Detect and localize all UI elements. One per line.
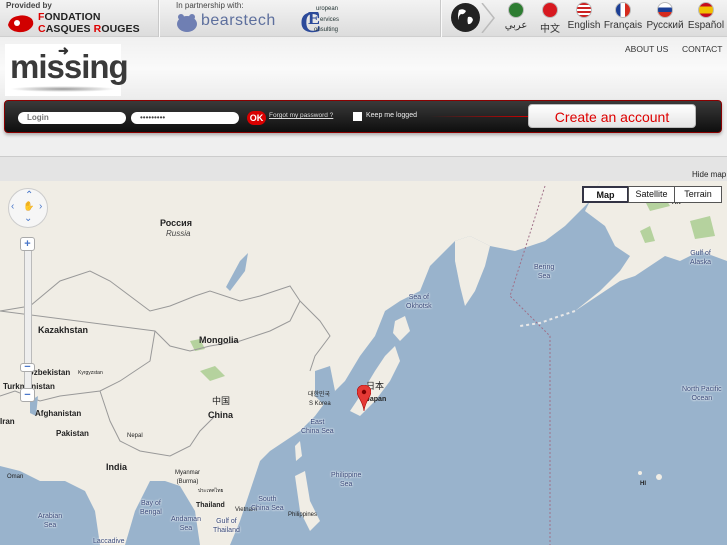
partnership-label: In partnership with: bbox=[176, 1, 244, 10]
svg-text:onsulting: onsulting bbox=[314, 27, 338, 33]
label-gulf-thailand: Gulf of Thailand bbox=[213, 518, 240, 534]
divider bbox=[440, 0, 441, 37]
label-bay-bengal: Bay of Bengal bbox=[140, 500, 162, 516]
zoom-in-button[interactable]: + bbox=[20, 237, 35, 251]
fondation-logo-icon bbox=[8, 15, 34, 33]
label-thailand-native: ประเทศไทย bbox=[198, 488, 224, 494]
chevron-right-icon bbox=[481, 3, 495, 33]
label-andaman-sea: Andaman Sea bbox=[171, 516, 201, 532]
divider bbox=[158, 0, 159, 37]
lang-english[interactable]: English bbox=[566, 2, 602, 31]
map-canvas[interactable]: Россия Russia Kazakhstan Mongolia Uzbeki… bbox=[0, 181, 727, 545]
label-nepal: Nepal bbox=[127, 433, 143, 439]
logo-shadow bbox=[10, 86, 116, 92]
label-mongolia: Mongolia bbox=[199, 335, 239, 345]
label-kyrgyzstan: Kyrgyzstan bbox=[78, 370, 103, 376]
globe-icon bbox=[451, 3, 480, 32]
flag-icon bbox=[576, 2, 592, 18]
label-east-china-sea: East China Sea bbox=[301, 419, 334, 435]
map-marker-icon[interactable] bbox=[357, 385, 371, 411]
svg-text:uropean: uropean bbox=[316, 6, 338, 12]
label-hi: HI bbox=[640, 481, 646, 487]
label-arabian-sea: Arabian Sea bbox=[38, 513, 63, 529]
keep-logged-checkbox[interactable] bbox=[353, 112, 362, 121]
label-gulf-alaska: Gulf of Alaska bbox=[690, 250, 712, 266]
label-skorea-native: 대한민국 bbox=[308, 392, 331, 398]
label-thailand: Thailand bbox=[196, 502, 225, 509]
label-china-native: 中国 bbox=[212, 396, 231, 406]
pan-down-icon[interactable]: ⌄ bbox=[24, 213, 32, 224]
lang-chinese[interactable]: 中文 bbox=[536, 2, 564, 35]
label-russia: Russia bbox=[166, 229, 191, 238]
ok-button[interactable]: OK bbox=[247, 111, 266, 125]
label-philippine-sea: Philippine Sea bbox=[331, 472, 362, 488]
map-toolbar bbox=[0, 156, 727, 181]
label-kazakhstan: Kazakhstan bbox=[38, 325, 89, 335]
bearstech-link[interactable]: bearstech bbox=[201, 12, 276, 30]
label-skorea: S Korea bbox=[309, 401, 331, 407]
password-input[interactable] bbox=[131, 112, 239, 124]
provided-by-label: Provided by bbox=[6, 1, 52, 10]
nav-contact[interactable]: CONTACT bbox=[682, 44, 722, 54]
svg-text:ervices: ervices bbox=[320, 17, 339, 23]
flag-icon bbox=[698, 2, 714, 18]
map-type-map[interactable]: Map bbox=[582, 186, 629, 203]
login-input[interactable] bbox=[18, 112, 126, 124]
bear-icon bbox=[177, 14, 197, 32]
site-logo[interactable]: missing bbox=[10, 50, 129, 83]
flag-icon bbox=[615, 2, 631, 18]
map-land bbox=[0, 181, 727, 545]
label-pakistan: Pakistan bbox=[56, 429, 89, 438]
partner-bar: Provided by FONDATION CASQUES ROUGES In … bbox=[0, 0, 727, 37]
decorative-line bbox=[430, 116, 530, 117]
map-type-terrain[interactable]: Terrain bbox=[674, 186, 722, 203]
flag-icon bbox=[542, 2, 558, 18]
label-north-pacific: North Pacific Ocean bbox=[682, 386, 722, 402]
pan-left-icon[interactable]: ‹ bbox=[11, 201, 14, 212]
label-afghanistan: Afghanistan bbox=[35, 409, 82, 418]
label-china: China bbox=[208, 410, 234, 420]
label-oman: Oman bbox=[7, 474, 24, 480]
zoom-out-button[interactable]: − bbox=[20, 388, 35, 402]
fondation-line1: ONDATION bbox=[44, 11, 101, 23]
create-account-button[interactable]: Create an account bbox=[528, 104, 696, 128]
map-type-satellite[interactable]: Satellite bbox=[628, 186, 675, 203]
forgot-password-link[interactable]: Forgot my password ? bbox=[269, 112, 333, 119]
hide-map-link[interactable]: Hide map bbox=[692, 170, 726, 179]
esc-logo-icon[interactable]: C E uropean ervices onsulting bbox=[298, 2, 348, 35]
nav-about-us[interactable]: ABOUT US bbox=[625, 44, 668, 54]
keep-logged-label: Keep me logged bbox=[366, 112, 417, 119]
label-sea-okhotsk: Sea of Okhotsk bbox=[406, 294, 432, 310]
lang-french[interactable]: Français bbox=[603, 2, 643, 31]
label-india: India bbox=[106, 462, 128, 472]
pan-up-icon[interactable]: ⌃ bbox=[25, 190, 33, 201]
label-bering-sea: Bering Sea bbox=[534, 264, 555, 280]
hand-icon: ✋ bbox=[23, 201, 35, 211]
label-iran: Iran bbox=[0, 417, 15, 426]
label-laccadive: Laccadive bbox=[93, 538, 125, 545]
flag-icon bbox=[657, 2, 673, 18]
lang-arabic[interactable]: عربي bbox=[500, 2, 532, 31]
pan-control[interactable]: ⌃ ‹ › ⌄ ✋ bbox=[8, 188, 48, 228]
pan-right-icon[interactable]: › bbox=[39, 201, 42, 212]
label-russia-native: Россия bbox=[160, 218, 192, 228]
fondation-logo-text[interactable]: FONDATION CASQUES ROUGES bbox=[38, 11, 140, 35]
label-myanmar: Myanmar (Burma) bbox=[175, 470, 201, 485]
flag-icon bbox=[508, 2, 524, 18]
label-philippines: Philippines bbox=[288, 512, 318, 518]
lang-russian[interactable]: Русский bbox=[644, 2, 686, 31]
zoom-slider-handle[interactable]: − bbox=[20, 362, 35, 373]
lang-spanish[interactable]: Español bbox=[686, 2, 726, 31]
label-south-china-sea: South China Sea bbox=[251, 496, 284, 512]
